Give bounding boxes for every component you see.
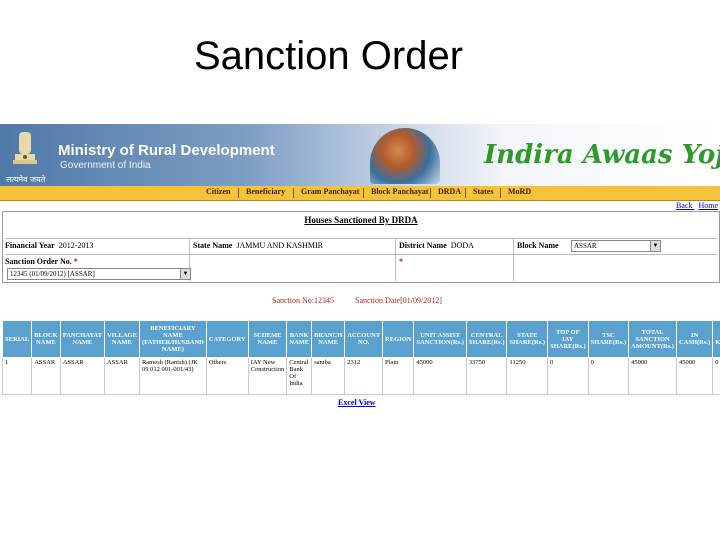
government-name: Government of India (60, 160, 151, 171)
district-field: District Name DODA (399, 241, 474, 250)
table-cell: 45000 (675, 357, 714, 395)
nav-mord[interactable]: MoRD (508, 187, 531, 196)
scheme-logo: Indira Awaas Yojana (484, 140, 720, 170)
column-header: TOP OF IAY SHARE(Rs.) (547, 320, 589, 358)
chevron-down-icon: ▼ (650, 241, 660, 251)
table-cell: 1 (1, 357, 33, 395)
table-cell: ASSAR (31, 357, 61, 395)
nav-states[interactable]: States (473, 187, 493, 196)
banner-photo (370, 128, 440, 184)
screenshot: सत्यमेव जयते Ministry of Rural Developme… (0, 124, 720, 414)
column-header: TSC SHARE(Rs.) (587, 320, 630, 358)
table-header-row: SERIAL BLOCK NAME PANCHAYAT NAME VILLAGE NA… (1, 320, 720, 358)
order-label: Sanction Order No. * (5, 257, 78, 266)
order-select[interactable]: 12345 (01/09/2012) [ASSAR] ▼ (7, 268, 191, 280)
table-cell: 0 (712, 357, 720, 395)
slide-title: Sanction Order (194, 34, 464, 78)
home-link[interactable]: Home (698, 201, 718, 210)
table-cell: 2312 (344, 357, 384, 395)
column-header: BENEFICIARY NAME (FATHER/HUSBAND NAME) (138, 320, 207, 358)
block-label: Block Name (517, 241, 559, 250)
sanction-table: SERIAL BLOCK NAME PANCHAYAT NAME VILLAGE NA… (1, 320, 720, 395)
column-header: IN CASH(Rs.) (675, 320, 714, 358)
financial-year-value: 2012-2013 (58, 241, 94, 250)
column-header: SERIAL (1, 320, 33, 358)
table-cell: Ramesh (Ranish) (JK 09 012 001-001/43) (138, 357, 207, 395)
nav-beneficiary[interactable]: Beneficiary (246, 187, 285, 196)
required-marker: * (399, 257, 403, 266)
table-cell: 11250 (506, 357, 549, 395)
back-link[interactable]: Back (676, 201, 692, 210)
state-field: State Name JAMMU AND KASHMIR (193, 241, 324, 250)
column-header: PANCHAYAT NAME (59, 320, 105, 358)
site-header: सत्यमेव जयते Ministry of Rural Developme… (0, 124, 720, 186)
column-header: SCHEME NAME (247, 320, 288, 358)
column-header: CATEGORY (205, 320, 249, 358)
column-header: UNIT ASSIST SANCTION(Rs.) (413, 320, 467, 358)
column-header: VILLAGE NAME (103, 320, 140, 358)
column-header: BANK NAME (286, 320, 313, 358)
nav-gram-panchayat[interactable]: Gram Panchayat (301, 187, 359, 196)
table-cell: 0 (587, 357, 630, 395)
table-body: 1 ASSAR ASSAR ASSAR Ramesh (Ranish) (JK 09 0… (1, 357, 720, 395)
top-links: Back Home (672, 201, 718, 210)
column-header: BLOCK NAME (31, 320, 61, 358)
column-header: STATE SHARE(Rs.) (506, 320, 549, 358)
column-header: ACCOUNT NO. (344, 320, 384, 358)
chevron-down-icon: ▼ (180, 269, 190, 279)
column-header: REGION (382, 320, 415, 358)
table-cell: Central Bank Of India (286, 357, 313, 395)
district-value: DODA (450, 241, 474, 250)
sanction-number: Sanction No:12345 (272, 296, 334, 305)
order-row: Sanction Order No. * 12345 (01/09/2012) … (5, 254, 717, 281)
column-header: IN KIND(Rs.) (712, 320, 720, 358)
emblem-caption: सत्यमेव जयते (6, 175, 46, 184)
filter-form: Houses Sanctioned By DRDA Financial Year… (2, 211, 720, 283)
table-cell: Plain (382, 357, 415, 395)
national-emblem-icon (13, 132, 37, 164)
form-heading: Houses Sanctioned By DRDA (304, 215, 418, 225)
nav-bar: Citizen Beneficiary Gram Panchayat Block… (0, 186, 720, 201)
filter-row: Financial Year 2012-2013 State Name JAMM… (5, 238, 717, 281)
sanction-date: Sanction Date[01/09/2012] (355, 296, 442, 305)
table-cell: 45000 (628, 357, 677, 395)
column-header: TOTAL SANCTION AMOUNT(Rs.) (628, 320, 677, 358)
state-value: JAMMU AND KASHMIR (236, 241, 324, 250)
table-cell: Others (205, 357, 249, 395)
excel-view-link[interactable]: Excel View (338, 398, 376, 407)
column-header: BRANCH NAME (311, 320, 346, 358)
ministry-name: Ministry of Rural Development (58, 142, 275, 159)
table-cell: ASSAR (103, 357, 140, 395)
table-cell: 33750 (465, 357, 508, 395)
nav-drda[interactable]: DRDA (438, 187, 461, 196)
table-row: 1 ASSAR ASSAR ASSAR Ramesh (Ranish) (JK 09 0… (1, 357, 720, 395)
table-cell: samba (311, 357, 346, 395)
table-cell: 45000 (413, 357, 467, 395)
nav-citizen[interactable]: Citizen (206, 187, 230, 196)
block-select[interactable]: ASSAR ▼ (571, 240, 661, 252)
table-cell: ASSAR (59, 357, 105, 395)
column-header: CENTRAL SHARE(Rs.) (465, 320, 508, 358)
financial-year-field: Financial Year 2012-2013 (5, 241, 94, 250)
table-cell: IAY New Construction (247, 357, 288, 395)
nav-block-panchayat[interactable]: Block Panchayat (371, 187, 429, 196)
table-cell: 0 (547, 357, 589, 395)
